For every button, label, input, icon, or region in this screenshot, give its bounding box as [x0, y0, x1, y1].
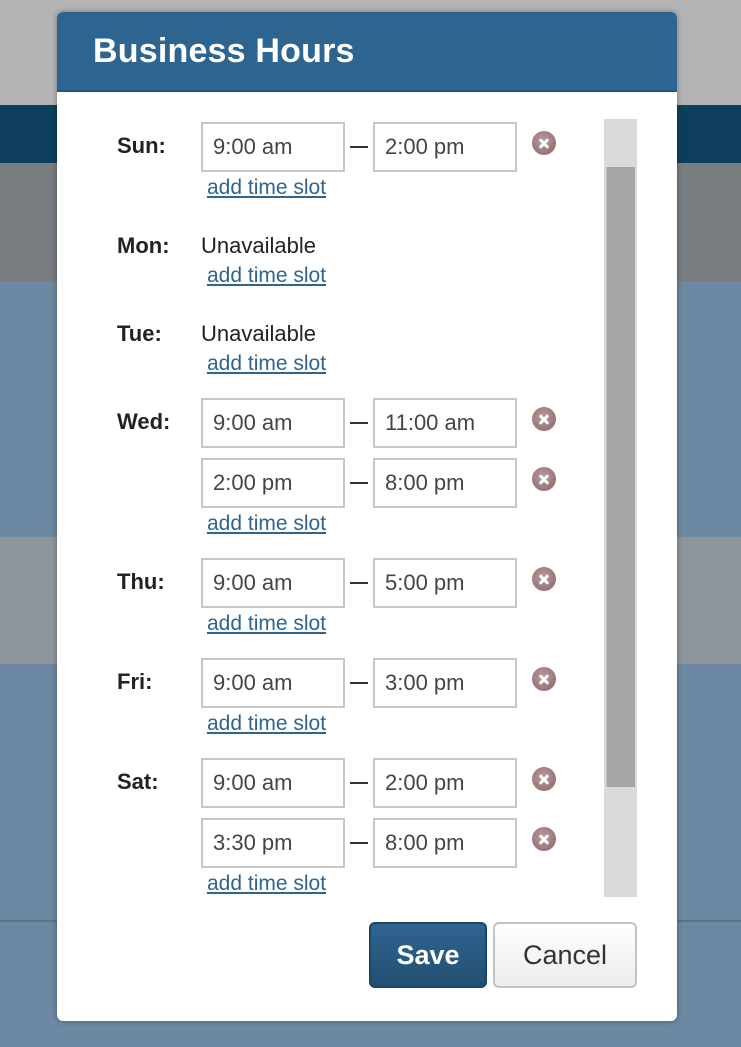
- remove-icon[interactable]: [532, 667, 556, 691]
- end-time-input[interactable]: [373, 818, 517, 868]
- dialog-header: Business Hours: [57, 12, 677, 92]
- add-time-slot-link[interactable]: add time slot: [207, 872, 326, 896]
- add-time-slot-link[interactable]: add time slot: [207, 612, 326, 636]
- end-time-input[interactable]: [373, 658, 517, 708]
- day-label: Mon:: [117, 233, 170, 258]
- scrollbar-thumb[interactable]: [606, 167, 635, 787]
- dialog-title: Business Hours: [93, 32, 355, 70]
- scrollbar-track[interactable]: [604, 119, 637, 897]
- time-range-dash: [350, 782, 368, 784]
- cancel-button[interactable]: Cancel: [493, 922, 637, 988]
- remove-icon[interactable]: [532, 827, 556, 851]
- day-label: Sat:: [117, 769, 159, 794]
- remove-icon[interactable]: [532, 467, 556, 491]
- add-time-slot-link[interactable]: add time slot: [207, 712, 326, 736]
- add-time-slot-link[interactable]: add time slot: [207, 512, 326, 536]
- start-time-input[interactable]: [201, 398, 345, 448]
- business-hours-dialog: Business Hours Sun: add time slot Mon: Unav…: [57, 12, 677, 1021]
- remove-icon[interactable]: [532, 131, 556, 155]
- unavailable-text: Unavailable: [201, 233, 316, 258]
- start-time-input[interactable]: [201, 758, 345, 808]
- end-time-input[interactable]: [373, 122, 517, 172]
- time-range-dash: [350, 146, 368, 148]
- start-time-input[interactable]: [201, 122, 345, 172]
- time-range-dash: [350, 842, 368, 844]
- day-label: Fri:: [117, 669, 153, 694]
- remove-icon[interactable]: [532, 407, 556, 431]
- save-button[interactable]: Save: [369, 922, 487, 988]
- end-time-input[interactable]: [373, 758, 517, 808]
- time-range-dash: [350, 582, 368, 584]
- start-time-input[interactable]: [201, 818, 345, 868]
- end-time-input[interactable]: [373, 558, 517, 608]
- add-time-slot-link[interactable]: add time slot: [207, 264, 326, 288]
- remove-icon[interactable]: [532, 567, 556, 591]
- day-label: Sun:: [117, 133, 166, 158]
- day-label: Thu:: [117, 569, 165, 594]
- end-time-input[interactable]: [373, 458, 517, 508]
- start-time-input[interactable]: [201, 558, 345, 608]
- add-time-slot-link[interactable]: add time slot: [207, 352, 326, 376]
- start-time-input[interactable]: [201, 458, 345, 508]
- day-label: Tue:: [117, 321, 162, 346]
- start-time-input[interactable]: [201, 658, 345, 708]
- time-range-dash: [350, 682, 368, 684]
- time-range-dash: [350, 422, 368, 424]
- day-label: Wed:: [117, 409, 171, 434]
- time-range-dash: [350, 482, 368, 484]
- remove-icon[interactable]: [532, 767, 556, 791]
- unavailable-text: Unavailable: [201, 321, 316, 346]
- add-time-slot-link[interactable]: add time slot: [207, 176, 326, 200]
- end-time-input[interactable]: [373, 398, 517, 448]
